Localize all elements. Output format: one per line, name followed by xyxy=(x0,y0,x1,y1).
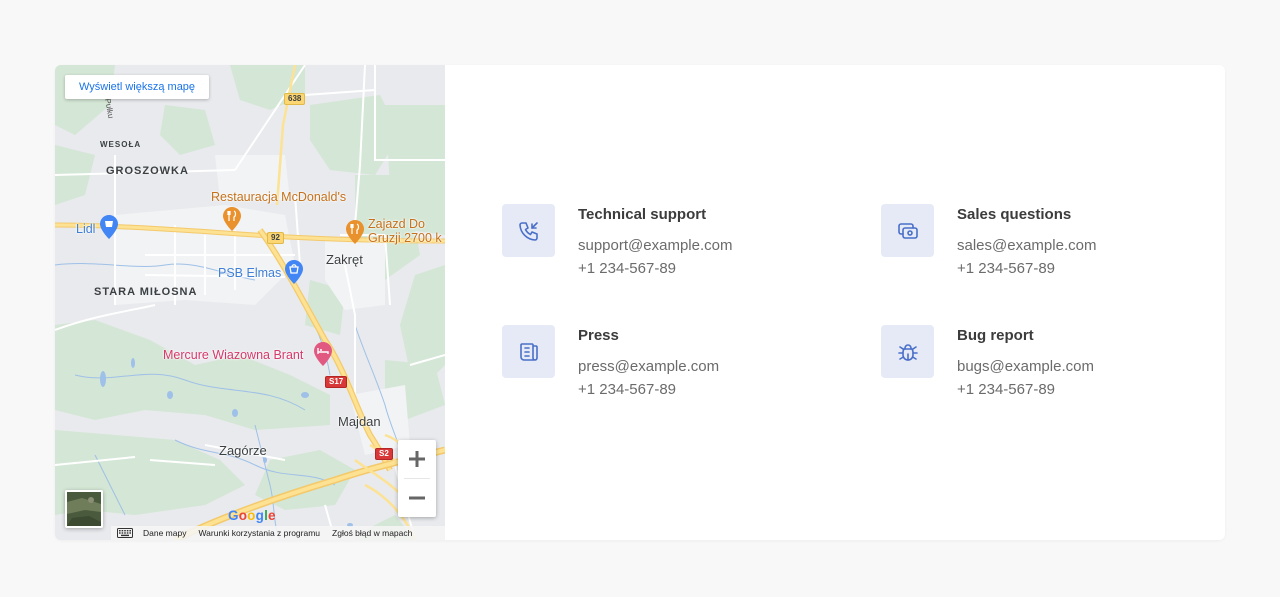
minus-icon xyxy=(409,496,425,500)
place-label-zakret: Zakręt xyxy=(326,252,363,267)
contact-phone[interactable]: +1 234-567-89 xyxy=(578,260,676,277)
poi-label-zajazd-line1[interactable]: Zajazd Do xyxy=(368,218,425,231)
contact-icon-tile xyxy=(502,325,555,378)
town-label-wesola: WESOŁA xyxy=(100,140,142,149)
plus-icon xyxy=(409,451,425,467)
map-attribution-bar: Dane mapy Warunki korzystania z programu… xyxy=(111,526,445,540)
newspaper-icon xyxy=(519,342,538,361)
contact-email[interactable]: support@example.com xyxy=(578,237,732,254)
poi-label-zajazd-line2[interactable]: Gruzji 2700 k xyxy=(368,232,442,245)
place-label-zagorze: Zagórze xyxy=(219,443,267,458)
contact-email[interactable]: bugs@example.com xyxy=(957,358,1094,375)
contact-title: Technical support xyxy=(578,206,707,223)
google-logo-letter: o xyxy=(238,508,248,523)
contact-icon-tile xyxy=(502,204,555,257)
map-data-link[interactable]: Dane mapy xyxy=(137,528,192,538)
google-logo-letter: e xyxy=(268,508,276,523)
report-error-link[interactable]: Zgłoś błąd w mapach xyxy=(326,528,418,538)
zoom-in-button[interactable] xyxy=(398,440,436,478)
contact-icon-tile xyxy=(881,325,934,378)
contact-title: Press xyxy=(578,327,619,344)
phone-incoming-icon xyxy=(518,221,538,241)
contact-card: go Pułku WESOŁA GROSZOWKA STARA MIŁOSNA … xyxy=(55,65,1225,540)
shopping-pin-icon[interactable] xyxy=(100,215,118,239)
google-logo-letter: G xyxy=(228,508,239,523)
satellite-view-toggle[interactable] xyxy=(65,490,103,528)
satellite-preview-icon xyxy=(67,492,101,526)
poi-label-mcdonalds[interactable]: Restauracja McDonald's xyxy=(211,191,346,204)
contact-email[interactable]: sales@example.com xyxy=(957,237,1096,254)
restaurant-pin-icon[interactable] xyxy=(346,220,364,244)
bug-icon xyxy=(897,343,918,361)
road-shield-s2: S2 xyxy=(375,448,393,460)
terms-link[interactable]: Warunki korzystania z programu xyxy=(192,528,326,538)
contact-phone[interactable]: +1 234-567-89 xyxy=(957,381,1055,398)
contact-technical-support: Technical support support@example.com +1… xyxy=(502,204,832,284)
map-canvas[interactable] xyxy=(55,65,445,540)
town-label-stara-milosna: STARA MIŁOSNA xyxy=(94,286,198,298)
keyboard-icon xyxy=(117,528,133,538)
poi-label-lidl[interactable]: Lidl xyxy=(76,223,95,236)
contact-bug-report: Bug report bugs@example.com +1 234-567-8… xyxy=(881,325,1211,405)
contact-phone[interactable]: +1 234-567-89 xyxy=(578,381,676,398)
town-label-groszowka: GROSZOWKA xyxy=(106,165,189,177)
google-logo-letter: g xyxy=(255,508,265,523)
road-shield-638: 638 xyxy=(284,93,306,105)
contact-press: Press press@example.com +1 234-567-89 xyxy=(502,325,832,405)
google-logo: Google xyxy=(228,508,276,523)
zoom-out-button[interactable] xyxy=(398,479,436,517)
place-label-majdan: Majdan xyxy=(338,414,381,429)
contact-phone[interactable]: +1 234-567-89 xyxy=(957,260,1055,277)
hotel-pin-icon[interactable] xyxy=(314,342,332,366)
keyboard-shortcuts-button[interactable] xyxy=(111,528,137,538)
view-larger-map-link[interactable]: Wyświetl większą mapę xyxy=(65,75,210,99)
poi-label-psb[interactable]: PSB Elmas xyxy=(218,267,281,280)
google-logo-letter: o xyxy=(247,508,256,523)
cash-icon xyxy=(897,222,918,239)
road-shield-92: 92 xyxy=(267,232,284,244)
contact-icon-tile xyxy=(881,204,934,257)
shopping-pin-icon[interactable] xyxy=(285,260,303,284)
contact-email[interactable]: press@example.com xyxy=(578,358,719,375)
contact-title: Bug report xyxy=(957,327,1034,344)
poi-label-mercure[interactable]: Mercure Wiazowna Brant xyxy=(163,349,303,362)
embedded-map[interactable]: go Pułku WESOŁA GROSZOWKA STARA MIŁOSNA … xyxy=(55,65,445,540)
zoom-controls xyxy=(398,440,436,517)
road-shield-s17: S17 xyxy=(325,376,348,388)
contact-title: Sales questions xyxy=(957,206,1072,223)
restaurant-pin-icon[interactable] xyxy=(223,207,241,231)
contact-sales-questions: Sales questions sales@example.com +1 234… xyxy=(881,204,1211,284)
